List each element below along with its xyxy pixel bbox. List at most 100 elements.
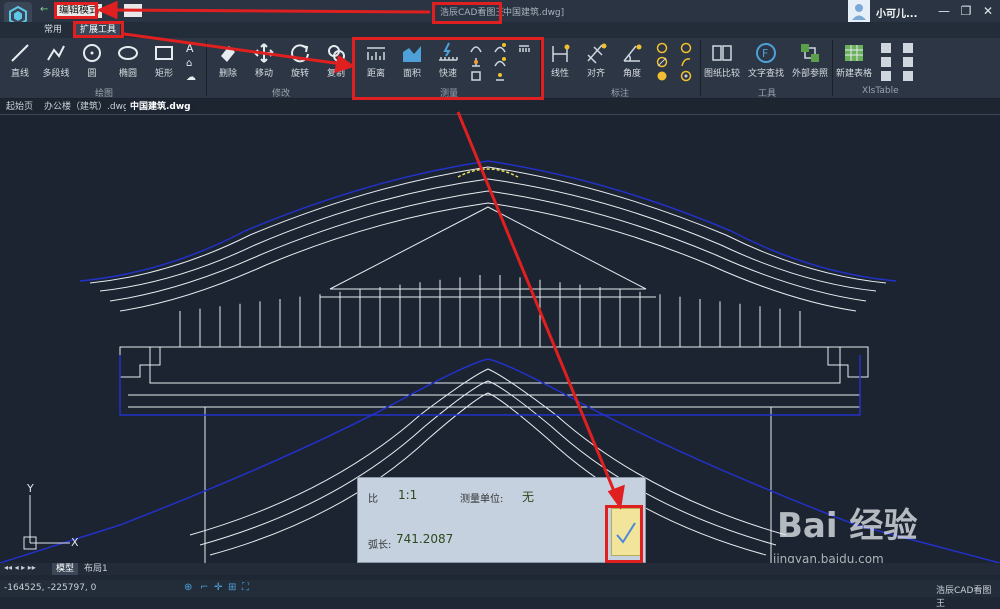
table-icon xyxy=(845,45,863,61)
group-modify-label: 修改 xyxy=(272,89,291,99)
group-separator xyxy=(832,40,833,96)
tab-start-page[interactable]: 起始页 xyxy=(2,101,37,113)
rotate-label: 旋转 xyxy=(290,69,309,79)
rectangle-label: 矩形 xyxy=(154,69,173,79)
tab-office-building[interactable]: 办公楼（建筑）.dwg xyxy=(40,101,133,113)
linear-label: 线性 xyxy=(550,69,569,79)
text-search-label: 文字查找 xyxy=(748,69,785,79)
xref-label: 外部参照 xyxy=(792,69,829,79)
group-xls-label: XlsTable xyxy=(862,86,899,96)
table-insert-col-icon[interactable] xyxy=(880,56,892,68)
circle-icon xyxy=(83,44,101,62)
watermark-brand: Bai 经验 xyxy=(777,506,918,546)
rectangle-tool-button[interactable]: 矩形 xyxy=(146,41,182,81)
rectangle-icon xyxy=(155,46,173,60)
user-name[interactable]: 小可儿... xyxy=(876,5,917,20)
copy-tool-button[interactable]: 复制 xyxy=(318,41,354,81)
measure-result-panel: 比 1:1 测量单位: 无 弧长: 741.2087 xyxy=(357,477,646,563)
hatch-tool-icon[interactable]: ⌂ xyxy=(186,58,198,70)
arc-dim-icon[interactable] xyxy=(656,70,668,82)
highlight-extended-tools xyxy=(73,21,124,38)
circle-label: 圆 xyxy=(87,69,97,79)
polyline-icon xyxy=(47,45,65,61)
unit-label: 测量单位: xyxy=(460,494,504,505)
xref-button[interactable]: 外部参照 xyxy=(792,41,828,81)
grid-icon[interactable]: ⊞ xyxy=(228,582,236,593)
eraser-icon xyxy=(221,46,235,62)
minimize-button[interactable]: — xyxy=(936,3,952,19)
zoom-icon[interactable]: ⊕ xyxy=(184,582,192,593)
tab-chinese-architecture[interactable]: 中国建筑.dwg xyxy=(126,101,195,113)
table-delete-row-icon[interactable] xyxy=(902,42,914,54)
close-button[interactable]: ✕ xyxy=(980,3,996,19)
compare-icon xyxy=(712,45,732,61)
ellipse-label: 椭圆 xyxy=(118,69,137,79)
move-tool-button[interactable]: 移动 xyxy=(246,41,282,81)
nav-arrows-icon[interactable]: ◂◂ ◂ ▸ ▸▸ xyxy=(4,563,36,572)
snap-icon[interactable]: ⌐ xyxy=(200,582,208,593)
tab-common[interactable]: 常用 xyxy=(40,23,66,37)
layout-tab-bar: ◂◂ ◂ ▸ ▸▸ 模型 布局1 xyxy=(0,563,1000,575)
polyline-tool-button[interactable]: 多段线 xyxy=(38,41,74,81)
aligned-label: 对齐 xyxy=(586,69,605,79)
angle-dim-button[interactable]: 角度 xyxy=(614,41,650,81)
highlight-edit-mode xyxy=(54,2,98,19)
text-search-button[interactable]: F 文字查找 xyxy=(748,41,784,81)
rafter-lines xyxy=(179,275,801,347)
highlight-app-title xyxy=(432,2,502,24)
cursor-coordinates: -164525, -225797, 0 xyxy=(4,583,97,593)
copy-icon xyxy=(328,45,345,62)
line-icon xyxy=(11,44,29,62)
group-draw-label: 绘图 xyxy=(95,89,114,99)
drawing-compare-button[interactable]: 图纸比较 xyxy=(704,41,740,81)
fullscreen-icon[interactable]: ⛶ xyxy=(242,582,249,593)
ordinate-dim-icon[interactable] xyxy=(680,70,692,82)
menu-tabs: 常用 扩展工具 xyxy=(0,22,1000,38)
line-tool-button[interactable]: 直线 xyxy=(2,41,38,81)
avatar[interactable] xyxy=(848,0,870,22)
delete-tool-button[interactable]: 删除 xyxy=(210,41,246,81)
diameter-dim-icon[interactable] xyxy=(656,56,668,68)
aligned-dim-icon xyxy=(587,43,607,64)
line-label: 直线 xyxy=(10,69,29,79)
mode-dropdown[interactable] xyxy=(124,4,142,17)
linear-dim-icon xyxy=(552,44,570,62)
axis-y-label: Y xyxy=(27,482,34,495)
table-insert-row-icon[interactable] xyxy=(880,42,892,54)
radius-dim-icon[interactable] xyxy=(656,42,668,54)
leader-icon[interactable] xyxy=(680,56,692,68)
table-merge-icon[interactable] xyxy=(880,70,892,82)
rotate-tool-button[interactable]: 旋转 xyxy=(282,41,318,81)
tab-model[interactable]: 模型 xyxy=(52,563,79,575)
compare-label: 图纸比较 xyxy=(704,69,741,79)
delete-label: 删除 xyxy=(218,69,237,79)
ellipse-tool-button[interactable]: 椭圆 xyxy=(110,41,146,81)
new-table-label: 新建表格 xyxy=(836,69,873,79)
move-label: 移动 xyxy=(254,69,273,79)
linear-dim-button[interactable]: 线性 xyxy=(542,41,578,81)
copy-label: 复制 xyxy=(326,69,345,79)
table-delete-col-icon[interactable] xyxy=(902,56,914,68)
center-mark-icon[interactable] xyxy=(680,42,692,54)
arc-length-label: 弧长: xyxy=(368,540,392,551)
back-arrow-icon[interactable]: ← xyxy=(40,4,48,15)
ortho-icon[interactable]: ✛ xyxy=(214,582,222,593)
aligned-dim-button[interactable]: 对齐 xyxy=(578,41,614,81)
document-tabs: 起始页 办公楼（建筑）.dwg 中国建筑.dwg xyxy=(0,100,1000,115)
new-table-button[interactable]: 新建表格 xyxy=(836,41,872,81)
find-text-icon: F xyxy=(756,43,776,63)
tab-layout1[interactable]: 布局1 xyxy=(80,563,112,575)
ellipse-icon xyxy=(118,46,138,60)
table-split-icon[interactable] xyxy=(902,70,914,82)
revcloud-tool-icon[interactable]: ☁ xyxy=(186,72,198,84)
unit-value[interactable]: 无 xyxy=(522,488,534,505)
highlight-measure-group xyxy=(352,37,544,100)
text-tool-icon[interactable]: A xyxy=(186,42,198,55)
circle-tool-button[interactable]: 圆 xyxy=(74,41,110,81)
angle-label: 角度 xyxy=(622,69,641,79)
scale-label: 比 xyxy=(368,494,378,505)
axis-x-label: X xyxy=(71,536,79,549)
group-annotate-label: 标注 xyxy=(611,89,630,99)
angle-dim-icon xyxy=(623,44,642,62)
maximize-button[interactable]: ❐ xyxy=(958,3,974,19)
